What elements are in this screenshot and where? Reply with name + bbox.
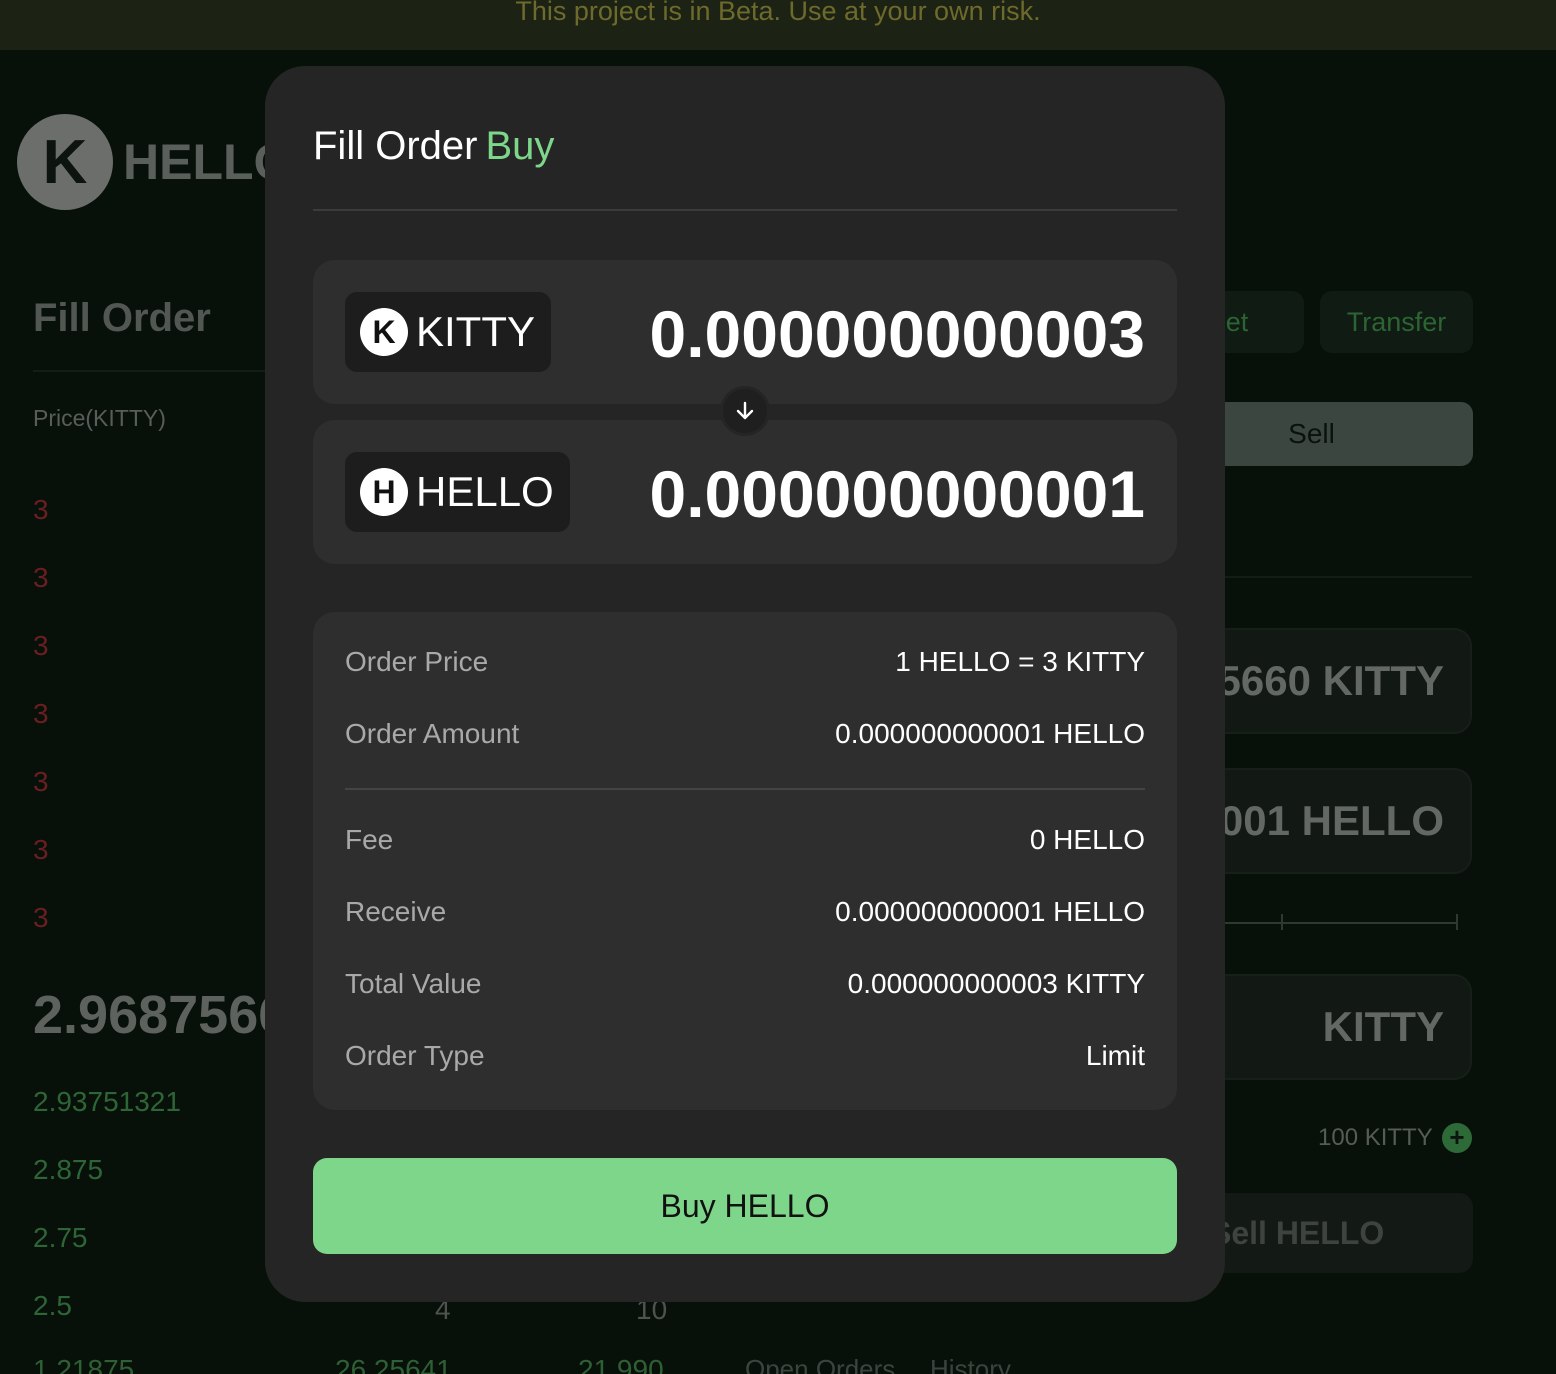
trade-amount: 26.25641 — [335, 1354, 452, 1374]
ask-price[interactable]: 3 — [33, 698, 49, 766]
order-price-row: Order Price 1 HELLO = 3 KITTY — [345, 646, 1145, 678]
pair-header: K HELLO — [17, 114, 292, 210]
detail-value: 0.000000000001 HELLO — [835, 718, 1145, 749]
transfer-button[interactable]: Transfer — [1320, 291, 1473, 353]
detail-label: Receive — [345, 896, 447, 927]
bid-price[interactable]: 2.93751321 — [33, 1086, 181, 1154]
ask-price[interactable]: 3 — [33, 834, 49, 902]
order-type-row: Order Type Limit — [345, 1040, 1145, 1072]
detail-label: Total Value — [345, 968, 482, 999]
ask-list: 3 3 3 3 3 3 3 — [33, 494, 49, 970]
modal-divider — [313, 209, 1177, 211]
detail-value: 1 HELLO = 3 KITTY — [895, 646, 1145, 677]
slider-tick — [1281, 914, 1283, 930]
receive-amount: 0.000000000001 — [649, 457, 1145, 531]
balance-label: 100 KITTY — [1318, 1124, 1433, 1151]
detail-value: 0 HELLO — [1029, 824, 1145, 855]
bid-price[interactable]: 2.5 — [33, 1290, 181, 1358]
buy-hello-button[interactable]: Buy HELLO — [313, 1158, 1177, 1254]
token-logo-icon: K — [17, 114, 113, 210]
price-column-header: Price(KITTY) — [33, 405, 166, 431]
pay-token-name: KITTY — [416, 308, 536, 355]
swap-direction — [720, 386, 770, 436]
trade-total: 21.990 — [578, 1354, 664, 1374]
detail-label: Order Price — [345, 646, 489, 677]
divider — [33, 370, 273, 372]
trade-price: 1.21875 — [33, 1354, 135, 1374]
pay-token-box: K KITTY 0.000000000003 — [313, 260, 1177, 404]
ask-price[interactable]: 3 — [33, 494, 49, 562]
detail-label: Order Type — [345, 1040, 485, 1071]
detail-label: Fee — [345, 824, 394, 855]
bid-price[interactable]: 2.875 — [33, 1154, 181, 1222]
receive-row: Receive 0.000000000001 HELLO — [345, 896, 1145, 928]
bid-list: 2.93751321 2.875 2.75 2.5 — [33, 1086, 181, 1358]
total-value-row: Total Value 0.000000000003 KITTY — [345, 968, 1145, 1000]
details-divider — [345, 788, 1145, 790]
arrow-down-icon — [723, 389, 767, 433]
plus-icon[interactable]: + — [1442, 1123, 1472, 1153]
orderbook-title: Fill Order — [33, 296, 211, 340]
bid-price[interactable]: 2.75 — [33, 1222, 181, 1290]
ask-price[interactable]: 3 — [33, 562, 49, 630]
modal-title: Fill Order Buy — [313, 124, 554, 169]
detail-value: 0.000000000001 HELLO — [835, 896, 1145, 927]
fill-order-modal: Fill Order Buy K KITTY 0.000000000003 H H… — [265, 66, 1225, 1302]
fee-row: Fee 0 HELLO — [345, 824, 1145, 856]
ask-price[interactable]: 3 — [33, 902, 49, 970]
order-amount-row: Order Amount 0.000000000001 HELLO — [345, 718, 1145, 750]
modal-title-text: Fill Order — [313, 124, 478, 168]
detail-value: Limit — [1085, 1040, 1145, 1071]
order-details: Order Price 1 HELLO = 3 KITTY Order Amou… — [313, 612, 1177, 1110]
hello-token-icon: H — [360, 468, 408, 516]
beta-banner: This project is in Beta. Use at your own… — [0, 0, 1556, 50]
ask-price[interactable]: 3 — [33, 630, 49, 698]
tab-open-orders[interactable]: Open Orders — [745, 1354, 895, 1374]
kitty-token-icon: K — [360, 308, 408, 356]
receive-token-name: HELLO — [416, 468, 554, 515]
detail-value: 0.000000000003 KITTY — [847, 968, 1145, 999]
slider-tick — [1456, 914, 1458, 930]
receive-token-box: H HELLO 0.000000000001 — [313, 420, 1177, 564]
pay-token-selector: K KITTY — [345, 292, 552, 372]
receive-token-selector: H HELLO — [345, 452, 570, 532]
last-price: 2.9687566 — [33, 985, 289, 1045]
amount-slider[interactable] — [1190, 922, 1458, 924]
ask-price[interactable]: 3 — [33, 766, 49, 834]
order-side-label: Buy — [485, 124, 555, 168]
detail-label: Order Amount — [345, 718, 520, 749]
pay-amount: 0.000000000003 — [649, 297, 1145, 371]
tab-history[interactable]: History — [930, 1354, 1011, 1374]
